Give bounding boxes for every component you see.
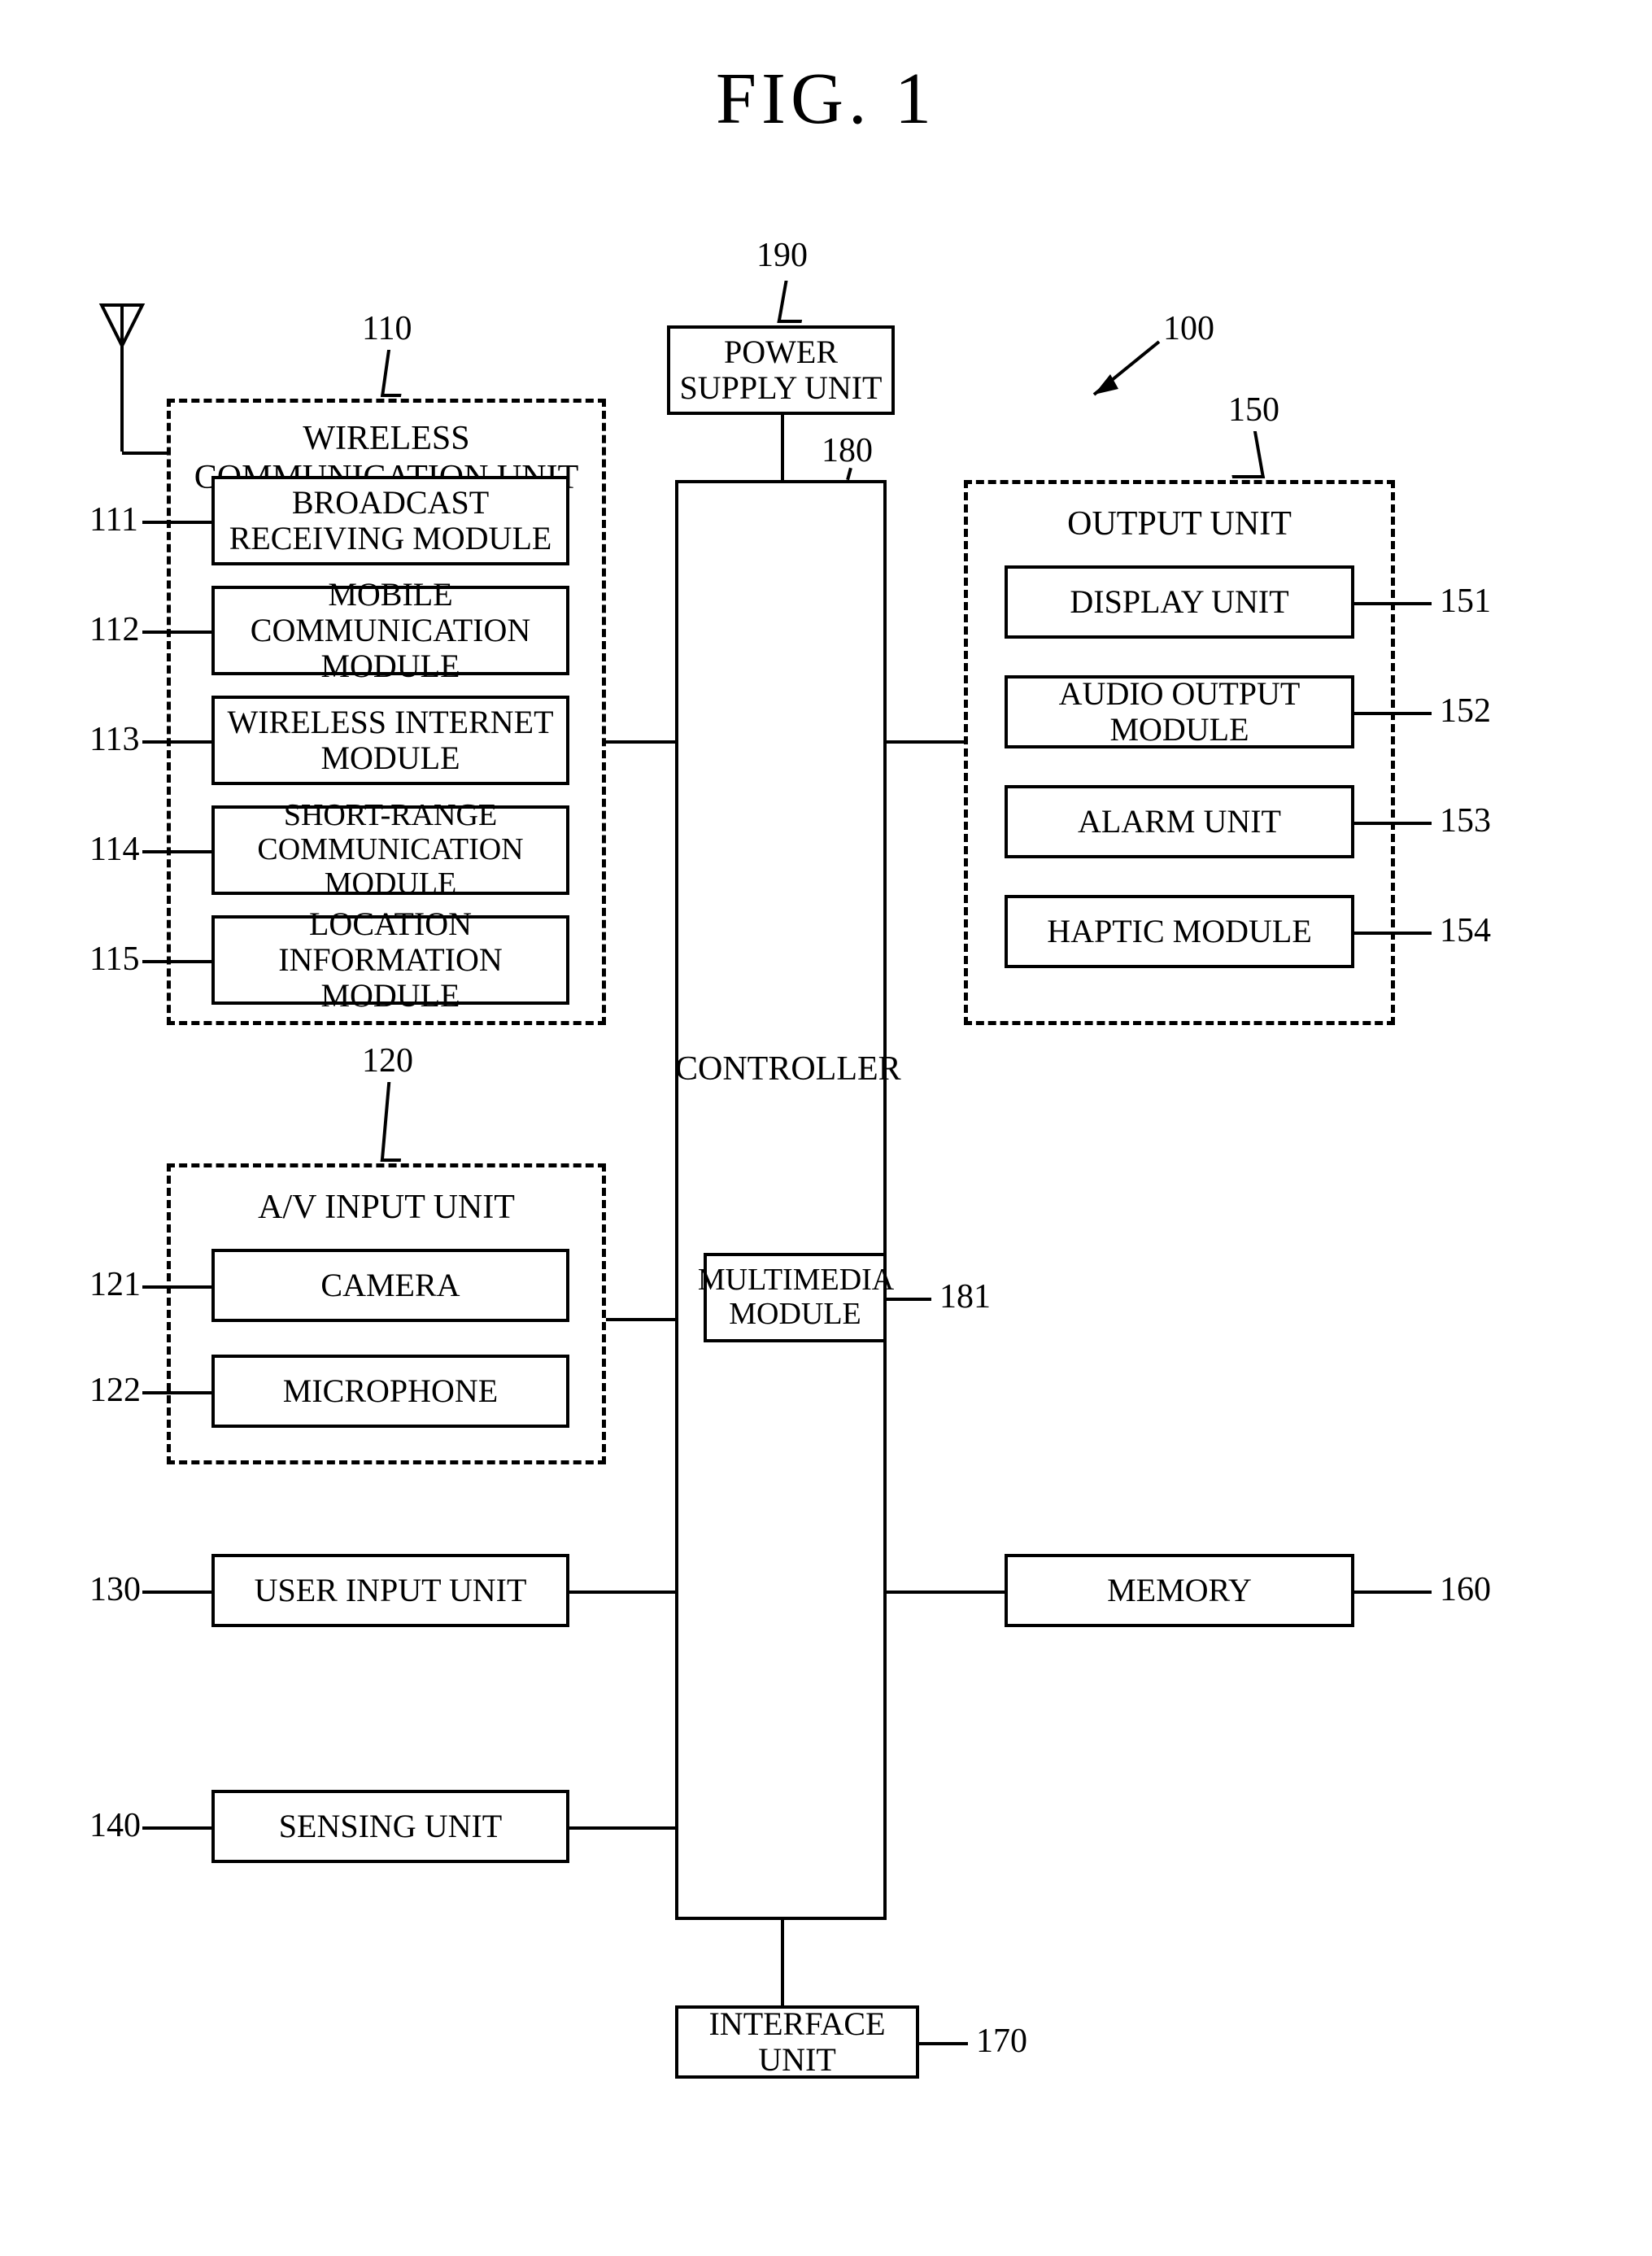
ref-180: 180 bbox=[822, 431, 873, 470]
ref-111: 111 bbox=[89, 500, 138, 539]
leader-170-line bbox=[919, 2042, 968, 2045]
ref-153: 153 bbox=[1440, 801, 1491, 840]
leader-120 bbox=[381, 1082, 408, 1162]
connector-controller-interface bbox=[781, 1920, 784, 2005]
wireless-internet-label: WIRELESS INTERNET MODULE bbox=[223, 705, 558, 776]
alarm-box: ALARM UNIT bbox=[1005, 785, 1354, 858]
leader-130-line bbox=[142, 1591, 211, 1594]
leader-152-line bbox=[1354, 712, 1432, 715]
leader-150 bbox=[1224, 431, 1265, 478]
microphone-box: MICROPHONE bbox=[211, 1355, 569, 1428]
leader-154-line bbox=[1354, 932, 1432, 935]
ref-114: 114 bbox=[89, 830, 139, 869]
leader-160-line bbox=[1354, 1591, 1432, 1594]
connector-userinput-controller bbox=[569, 1591, 675, 1594]
connector-controller-output bbox=[887, 740, 964, 744]
connector-sensing-controller bbox=[569, 1826, 675, 1830]
short-range-label: SHORT-RANGE COMMUNICATION MODULE bbox=[223, 799, 558, 901]
display-box: DISPLAY UNIT bbox=[1005, 565, 1354, 639]
leader-115-line bbox=[142, 960, 211, 963]
antenna-icon bbox=[98, 301, 146, 456]
ref-122: 122 bbox=[89, 1371, 141, 1410]
broadcast-box: BROADCAST RECEIVING MODULE bbox=[211, 476, 569, 565]
leader-121-line bbox=[142, 1285, 211, 1289]
sensing-box: SENSING UNIT bbox=[211, 1790, 569, 1863]
multimedia-box: MULTIMEDIA MODULE bbox=[704, 1253, 887, 1342]
ref-115: 115 bbox=[89, 940, 139, 979]
memory-label: MEMORY bbox=[1107, 1573, 1252, 1608]
ref-154: 154 bbox=[1440, 911, 1491, 950]
camera-box: CAMERA bbox=[211, 1249, 569, 1322]
leader-110 bbox=[381, 350, 408, 397]
leader-122-line bbox=[142, 1391, 211, 1394]
ref-151: 151 bbox=[1440, 582, 1491, 621]
interface-box: INTERFACE UNIT bbox=[675, 2005, 919, 2079]
leader-190 bbox=[777, 281, 809, 323]
broadcast-label: BROADCAST RECEIVING MODULE bbox=[223, 485, 558, 556]
power-supply-label: POWER SUPPLY UNIT bbox=[678, 334, 883, 406]
user-input-box: USER INPUT UNIT bbox=[211, 1554, 569, 1627]
haptic-label: HAPTIC MODULE bbox=[1047, 914, 1312, 949]
wireless-internet-box: WIRELESS INTERNET MODULE bbox=[211, 696, 569, 785]
leader-181-line bbox=[887, 1298, 931, 1301]
controller-box bbox=[675, 480, 887, 1920]
ref-112: 112 bbox=[89, 610, 139, 649]
ref-150: 150 bbox=[1228, 391, 1279, 430]
user-input-label: USER INPUT UNIT bbox=[255, 1573, 527, 1608]
power-supply-box: POWER SUPPLY UNIT bbox=[667, 325, 895, 415]
av-input-title: A/V INPUT UNIT bbox=[171, 1188, 602, 1227]
leader-114-line bbox=[142, 850, 211, 853]
leader-151-line bbox=[1354, 602, 1432, 605]
output-unit-title: OUTPUT UNIT bbox=[968, 504, 1391, 543]
alarm-label: ALARM UNIT bbox=[1078, 804, 1281, 840]
location-label: LOCATION INFORMATION MODULE bbox=[223, 906, 558, 1014]
ref-190: 190 bbox=[756, 236, 808, 275]
ref-110: 110 bbox=[362, 309, 412, 348]
connector-wireless-controller bbox=[606, 740, 675, 744]
leader-113-line bbox=[142, 740, 211, 744]
ref-130: 130 bbox=[89, 1570, 141, 1609]
mobile-comm-box: MOBILE COMMUNICATION MODULE bbox=[211, 586, 569, 675]
location-box: LOCATION INFORMATION MODULE bbox=[211, 915, 569, 1005]
ref-170: 170 bbox=[976, 2022, 1027, 2061]
connector-controller-memory bbox=[887, 1591, 1005, 1594]
leader-112-line bbox=[142, 631, 211, 634]
ref-160: 160 bbox=[1440, 1570, 1491, 1609]
multimedia-label: MULTIMEDIA MODULE bbox=[698, 1263, 892, 1332]
audio-output-box: AUDIO OUTPUT MODULE bbox=[1005, 675, 1354, 748]
ref-152: 152 bbox=[1440, 692, 1491, 731]
audio-output-label: AUDIO OUTPUT MODULE bbox=[1016, 676, 1343, 748]
ref-113: 113 bbox=[89, 720, 139, 759]
controller-label: CONTROLLER bbox=[675, 1049, 887, 1089]
arrow-100-icon bbox=[1082, 334, 1171, 407]
ref-121: 121 bbox=[89, 1265, 141, 1304]
short-range-box: SHORT-RANGE COMMUNICATION MODULE bbox=[211, 805, 569, 895]
connector-antenna bbox=[122, 452, 168, 455]
ref-120: 120 bbox=[362, 1041, 413, 1080]
camera-label: CAMERA bbox=[320, 1268, 460, 1303]
display-label: DISPLAY UNIT bbox=[1070, 584, 1288, 620]
connector-av-controller bbox=[606, 1318, 675, 1321]
haptic-box: HAPTIC MODULE bbox=[1005, 895, 1354, 968]
interface-label: INTERFACE UNIT bbox=[687, 2006, 908, 2078]
microphone-label: MICROPHONE bbox=[283, 1373, 498, 1409]
leader-140-line bbox=[142, 1826, 211, 1830]
leader-153-line bbox=[1354, 822, 1432, 825]
mobile-comm-label: MOBILE COMMUNICATION MODULE bbox=[223, 577, 558, 684]
ref-140: 140 bbox=[89, 1806, 141, 1845]
ref-181: 181 bbox=[939, 1277, 991, 1316]
diagram-page: FIG. 1 POWER SUPPLY UNIT 190 100 CONTROL… bbox=[0, 0, 1652, 2256]
leader-111-line bbox=[142, 521, 211, 524]
figure-title: FIG. 1 bbox=[0, 57, 1652, 141]
connector-power-controller bbox=[781, 415, 784, 480]
sensing-label: SENSING UNIT bbox=[279, 1809, 502, 1844]
memory-box: MEMORY bbox=[1005, 1554, 1354, 1627]
